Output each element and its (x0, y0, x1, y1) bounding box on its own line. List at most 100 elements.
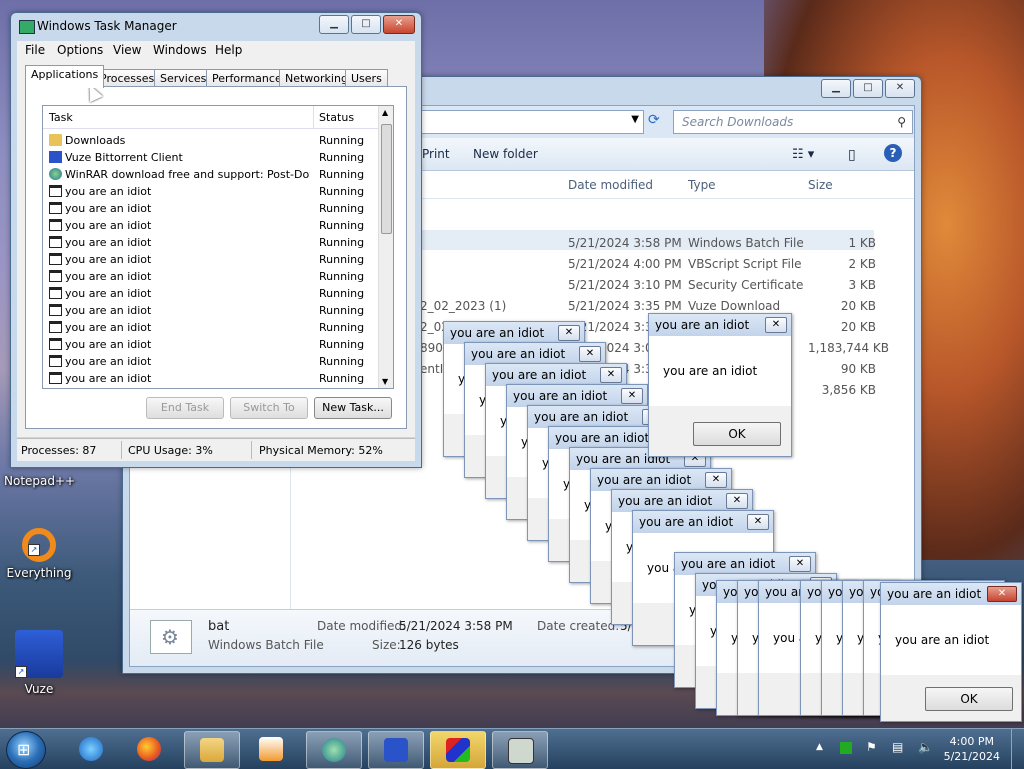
idiot-popup-window[interactable]: you are an idiot ✕ you are an idiot OK (648, 313, 792, 457)
menu-options[interactable]: Options (57, 43, 103, 57)
column-task[interactable]: Task (49, 111, 73, 124)
popup-titlebar[interactable]: you are an idiot✕ (633, 511, 773, 533)
task-row[interactable]: you are an idiot Running (43, 302, 379, 319)
ok-button[interactable]: OK (693, 422, 781, 446)
desktop-icon-everything[interactable]: ↗ Everything (4, 528, 74, 580)
taskbar-idiot[interactable] (430, 731, 486, 769)
menu-windows[interactable]: Windows (153, 43, 207, 57)
tab-performance[interactable]: Performance (206, 69, 288, 87)
taskbar-task-manager[interactable] (492, 731, 548, 769)
task-row[interactable]: you are an idiot Running (43, 353, 379, 370)
task-manager-titlebar[interactable]: Windows Task Manager ▁ □ ✕ (11, 13, 421, 39)
flag-icon[interactable]: ⚑ (866, 740, 878, 754)
task-row[interactable]: Vuze Bittorrent Client Running (43, 149, 379, 166)
task-row[interactable]: you are an idiot Running (43, 370, 379, 387)
task-list-scrollbar[interactable]: ▲ ▼ (378, 106, 393, 388)
popup-titlebar[interactable]: you are an idiot✕ (881, 583, 1021, 605)
system-clock[interactable]: 4:00 PM 5/21/2024 (944, 734, 1000, 764)
taskbar-browser[interactable] (306, 731, 362, 769)
tab-networking[interactable]: Networking (279, 69, 354, 87)
new-task-button[interactable]: New Task... (314, 397, 392, 419)
print-button[interactable]: Print (422, 147, 450, 161)
task-row[interactable]: you are an idiot Running (43, 285, 379, 302)
chevron-down-icon[interactable]: ▼ (631, 114, 639, 125)
popup-titlebar[interactable]: you are an idiot✕ (486, 364, 626, 386)
maximize-button[interactable]: □ (853, 79, 883, 98)
menu-help[interactable]: Help (215, 43, 242, 57)
help-icon[interactable]: ? (884, 144, 902, 162)
refresh-icon[interactable]: ⟳ (648, 112, 660, 128)
tab-services[interactable]: Services (154, 69, 213, 87)
close-button[interactable]: ✕ (383, 15, 415, 34)
volume-muted-icon[interactable]: 🔈 (918, 740, 933, 754)
scroll-down-icon[interactable]: ▼ (382, 377, 388, 386)
task-row[interactable]: you are an idiot Running (43, 217, 379, 234)
menu-file[interactable]: File (25, 43, 45, 57)
task-row[interactable]: WinRAR download free and support: Post-D… (43, 166, 379, 183)
menu-view[interactable]: View (113, 43, 141, 57)
idiot-popup-window[interactable]: you are an idiot ✕ you are an idiot OK (880, 582, 1022, 722)
preview-pane-icon[interactable]: ▯ (848, 147, 856, 163)
close-icon[interactable]: ✕ (579, 346, 601, 362)
view-options-icon[interactable]: ☷ ▾ (792, 147, 814, 162)
task-manager-window[interactable]: Windows Task Manager ▁ □ ✕ File Options … (10, 12, 422, 468)
scroll-up-icon[interactable]: ▲ (382, 108, 388, 117)
close-icon[interactable]: ✕ (621, 388, 643, 404)
switch-to-button[interactable]: Switch To (230, 397, 308, 419)
task-row[interactable]: you are an idiot Running (43, 251, 379, 268)
close-icon[interactable]: ✕ (726, 493, 748, 509)
start-button[interactable]: ⊞ (6, 731, 46, 769)
minimize-button[interactable]: ▁ (821, 79, 851, 98)
taskbar-explorer[interactable] (184, 731, 240, 769)
ok-button[interactable]: OK (925, 687, 1013, 711)
task-row[interactable]: you are an idiot Running (43, 183, 379, 200)
tab-users[interactable]: Users (345, 69, 388, 87)
popup-titlebar[interactable]: you are an idiot✕ (444, 322, 584, 344)
popup-titlebar[interactable]: you are an idiot✕ (649, 314, 791, 336)
popup-titlebar[interactable]: you are an idiot✕ (612, 490, 752, 512)
task-row[interactable]: Downloads Running (43, 132, 379, 149)
column-size[interactable]: Size (808, 178, 833, 192)
tray-expand-icon[interactable]: ▲ (816, 742, 823, 752)
close-icon[interactable]: ✕ (600, 367, 622, 383)
popup-titlebar[interactable]: you are an idiot✕ (675, 553, 815, 575)
taskbar-vuze[interactable] (368, 731, 424, 769)
task-row[interactable]: you are an idiot Running (43, 336, 379, 353)
desktop-icon-vuze[interactable]: ↗ Vuze (4, 630, 74, 696)
maximize-button[interactable]: □ (351, 15, 381, 34)
task-row[interactable]: you are an idiot Running (43, 234, 379, 251)
taskbar-firefox[interactable] (122, 731, 176, 767)
close-icon[interactable]: ✕ (765, 317, 787, 333)
close-icon[interactable]: ✕ (558, 325, 580, 341)
tray-app-icon[interactable] (840, 742, 852, 754)
close-icon[interactable]: ✕ (789, 556, 811, 572)
task-row[interactable]: you are an idiot Running (43, 319, 379, 336)
show-desktop-button[interactable] (1011, 729, 1024, 769)
address-box[interactable]: ▼ (420, 110, 644, 134)
task-row[interactable]: you are an idiot Running (43, 268, 379, 285)
end-task-button[interactable]: End Task (146, 397, 224, 419)
popup-titlebar[interactable]: you are an idiot✕ (465, 343, 605, 365)
search-input[interactable]: Search Downloads ⚲ (673, 110, 913, 134)
popup-titlebar[interactable]: you are an idiot✕ (528, 406, 668, 428)
task-status: Running (319, 168, 365, 181)
desktop-icon-notepadpp[interactable]: Notepad++ (4, 474, 75, 488)
close-icon[interactable]: ✕ (747, 514, 769, 530)
taskbar-ie[interactable] (64, 731, 118, 767)
column-type[interactable]: Type (688, 178, 716, 192)
column-date-modified[interactable]: Date modified (568, 178, 653, 192)
minimize-button[interactable]: ▁ (319, 15, 349, 34)
task-list[interactable]: Task ˄ Status Downloads Running Vuze Bitto… (42, 105, 394, 389)
popup-titlebar[interactable]: you are an idiot✕ (507, 385, 647, 407)
new-folder-button[interactable]: New folder (473, 147, 538, 161)
network-icon[interactable]: ▤ (892, 740, 904, 754)
scrollbar-thumb[interactable] (381, 124, 392, 234)
close-button[interactable]: ✕ (885, 79, 915, 98)
close-icon[interactable]: ✕ (987, 586, 1017, 602)
popup-titlebar[interactable]: you are an idiot✕ (591, 469, 731, 491)
task-row[interactable]: you are an idiot Running (43, 200, 379, 217)
column-status[interactable]: Status (319, 111, 354, 124)
tab-applications[interactable]: Applications (25, 65, 105, 88)
close-icon[interactable]: ✕ (705, 472, 727, 488)
taskbar-media-player[interactable] (244, 731, 298, 767)
